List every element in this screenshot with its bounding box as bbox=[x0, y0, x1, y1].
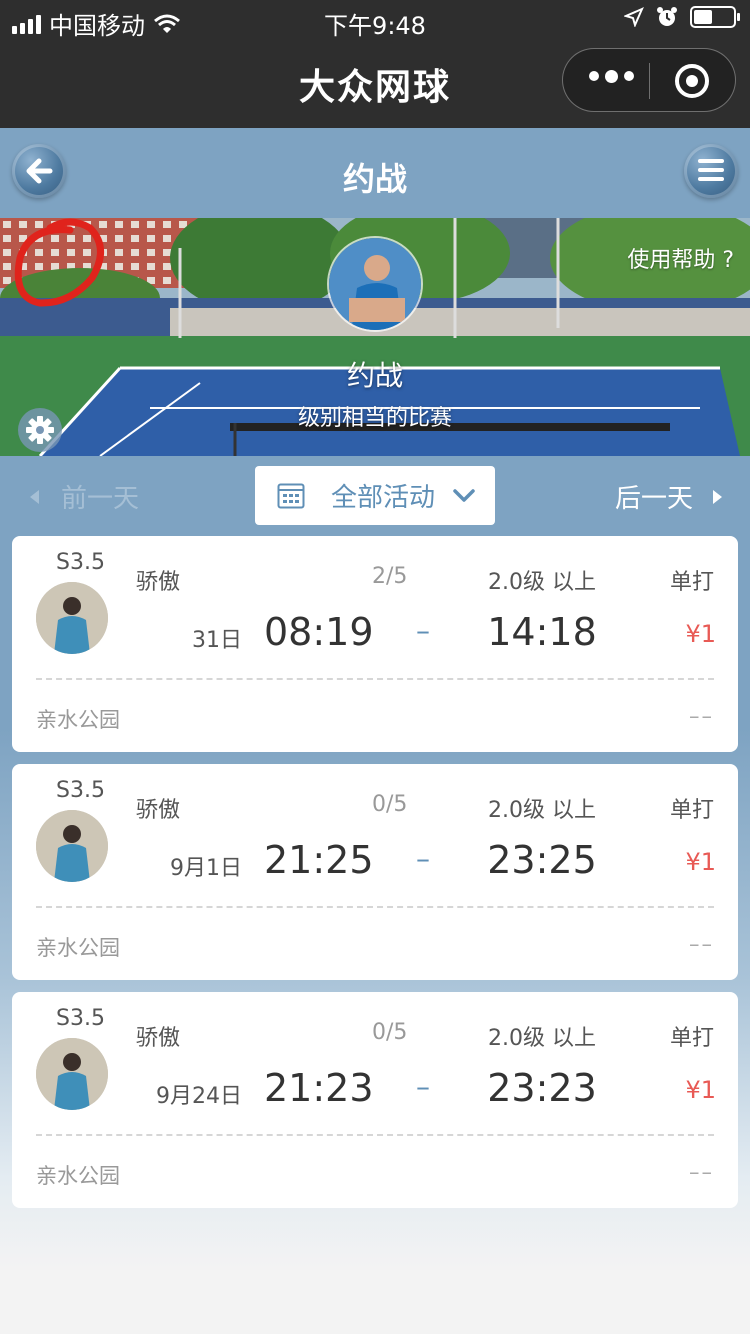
settings-gear-icon bbox=[26, 416, 54, 444]
triangle-left-icon bbox=[30, 489, 39, 504]
match-date: 9月24日 bbox=[156, 1084, 242, 1109]
start-time: 08:19 bbox=[264, 610, 374, 654]
time-separator: – bbox=[416, 842, 430, 875]
dashed-divider bbox=[36, 1134, 714, 1136]
price: ¥1 bbox=[685, 620, 716, 648]
chevron-down-icon bbox=[453, 488, 475, 502]
end-time: 23:23 bbox=[487, 1066, 597, 1110]
target-icon[interactable] bbox=[675, 64, 709, 98]
status-bar: 中国移动 下午9:48 bbox=[0, 0, 750, 40]
end-time: 14:18 bbox=[487, 610, 597, 654]
price: ¥1 bbox=[685, 1076, 716, 1104]
menu-button[interactable] bbox=[684, 144, 738, 198]
player-level: S3.5 bbox=[56, 1006, 105, 1031]
dashed-divider bbox=[36, 678, 714, 680]
prev-day-button[interactable]: 前一天 bbox=[30, 478, 139, 515]
match-type: 单打 bbox=[669, 1026, 714, 1051]
red-annotation-mark bbox=[14, 218, 104, 307]
settings-button[interactable] bbox=[18, 408, 62, 452]
level-requirement: 2.0级 以上 bbox=[488, 798, 596, 823]
activity-filter-dropdown[interactable]: 全部活动 bbox=[255, 466, 495, 525]
capsule-menu bbox=[562, 48, 736, 112]
next-day-label: 后一天 bbox=[614, 484, 693, 514]
level-requirement: 2.0级 以上 bbox=[488, 570, 596, 595]
start-time: 21:23 bbox=[264, 1066, 374, 1110]
activity-filter-label: 全部活动 bbox=[331, 483, 436, 513]
prev-day-label: 前一天 bbox=[61, 484, 140, 514]
player-level: S3.5 bbox=[56, 550, 105, 575]
page-header: 约战 bbox=[0, 128, 750, 218]
banner-avatar bbox=[327, 236, 423, 332]
match-date: 9月1日 bbox=[170, 856, 242, 881]
start-time: 21:25 bbox=[264, 838, 374, 882]
participant-count: 0/5 bbox=[372, 792, 408, 817]
next-day-button[interactable]: 后一天 bbox=[615, 478, 722, 515]
match-date: 31日 bbox=[192, 628, 242, 653]
match-type: 单打 bbox=[669, 570, 714, 595]
avatar bbox=[36, 1038, 108, 1110]
banner-subtitle: 级别相当的比赛 bbox=[297, 406, 452, 431]
location: 亲水公园 bbox=[36, 1164, 120, 1188]
user-name: 骄傲 bbox=[136, 570, 181, 595]
match-card[interactable]: S3.5 骄傲 0/5 2.0级 以上 单打 9月1日 21:25 – 23:2… bbox=[12, 764, 738, 980]
help-link[interactable]: 使用帮助 ? bbox=[627, 242, 734, 274]
triangle-right-icon bbox=[713, 489, 722, 504]
avatar bbox=[36, 582, 108, 654]
match-card[interactable]: S3.5 骄傲 2/5 2.0级 以上 单打 31日 08:19 – 14:18… bbox=[12, 536, 738, 752]
banner-title: 约战 bbox=[346, 359, 403, 392]
page-title: 约战 bbox=[342, 160, 407, 198]
user-name: 骄傲 bbox=[136, 798, 181, 823]
end-time: 23:25 bbox=[487, 838, 597, 882]
participant-count: 2/5 bbox=[372, 564, 408, 589]
status-right bbox=[624, 6, 740, 28]
participant-count: 0/5 bbox=[372, 1020, 408, 1045]
avatar bbox=[36, 810, 108, 882]
location: 亲水公园 bbox=[36, 936, 120, 960]
location-arrow-icon bbox=[624, 7, 644, 27]
day-navigation: 前一天 全部活动 后一天 bbox=[0, 456, 750, 536]
player-level: S3.5 bbox=[56, 778, 105, 803]
extra-info: –– bbox=[689, 1160, 714, 1184]
level-requirement: 2.0级 以上 bbox=[488, 1026, 596, 1051]
alarm-icon bbox=[657, 7, 677, 26]
price: ¥1 bbox=[685, 848, 716, 876]
calendar-icon bbox=[277, 483, 305, 508]
match-card[interactable]: S3.5 骄傲 0/5 2.0级 以上 单打 9月24日 21:23 – 23:… bbox=[12, 992, 738, 1208]
extra-info: –– bbox=[689, 932, 714, 956]
time-separator: – bbox=[416, 1070, 430, 1103]
location: 亲水公园 bbox=[36, 708, 120, 732]
dashed-divider bbox=[36, 906, 714, 908]
extra-info: –– bbox=[689, 704, 714, 728]
time-separator: – bbox=[416, 614, 430, 647]
banner: 使用帮助 ? 约战 级别相当的比赛 bbox=[0, 218, 750, 456]
menu-icon bbox=[698, 159, 724, 186]
battery-icon bbox=[690, 6, 740, 28]
capsule-divider bbox=[649, 63, 650, 99]
more-dots-icon[interactable] bbox=[589, 70, 634, 83]
app-nav-bar: 大众网球 bbox=[0, 40, 750, 128]
match-type: 单打 bbox=[669, 798, 714, 823]
user-name: 骄傲 bbox=[136, 1026, 181, 1051]
